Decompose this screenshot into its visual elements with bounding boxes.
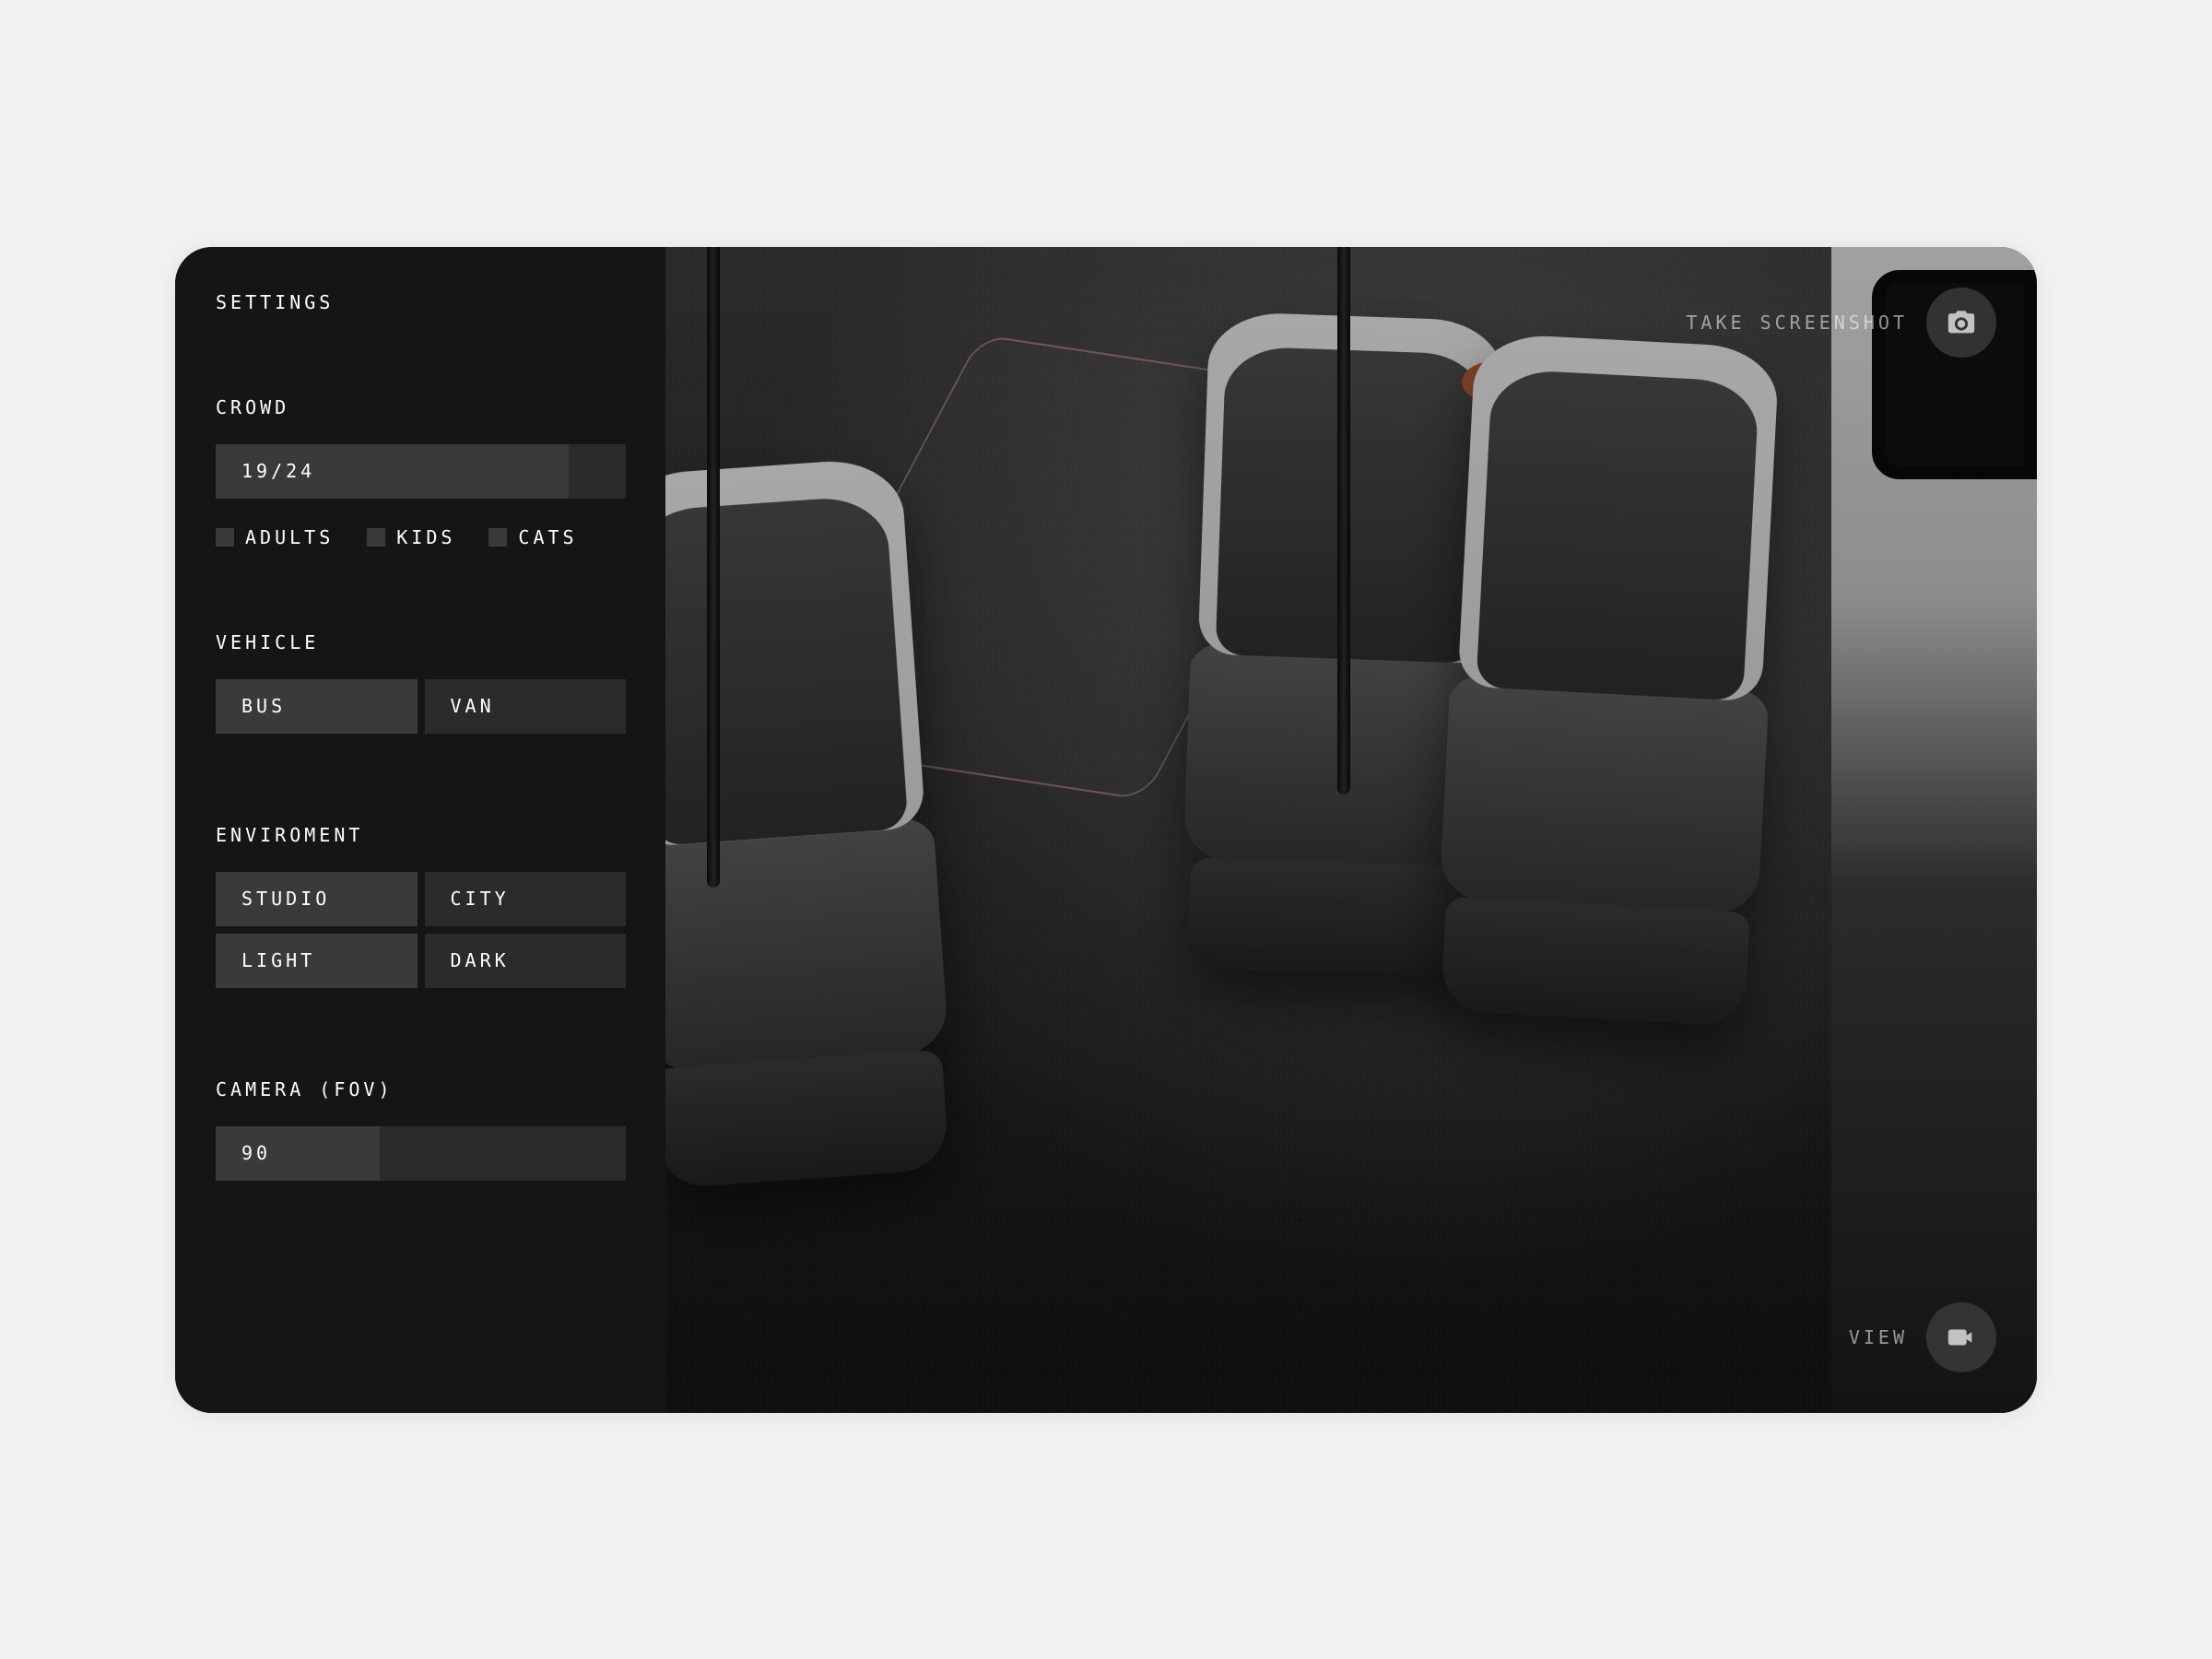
camera-fov-slider[interactable]: 90 [216,1126,626,1181]
video-camera-icon [1926,1302,1996,1372]
crowd-slider[interactable]: 19/24 [216,444,626,499]
app-window: SETTINGS CROWD 19/24 ADULTS KIDS CATS [175,247,2037,1413]
checkbox-cats[interactable]: CATS [488,526,577,548]
view-label: VIEW [1849,1326,1908,1348]
camera-fov-value-text: 90 [216,1142,271,1164]
checkbox-kids-label: KIDS [396,526,455,548]
checkbox-adults-label: ADULTS [245,526,334,548]
take-screenshot-label: TAKE SCREENSHOT [1686,312,1908,334]
scene-dim-overlay [665,247,2037,1413]
crowd-value-text: 19/24 [216,460,315,482]
section-vehicle: VEHICLE BUS VAN [216,631,625,741]
crowd-checkbox-row: ADULTS KIDS CATS [216,526,625,548]
vehicle-option-bus[interactable]: BUS [216,679,418,734]
environment-label: ENVIROMENT [216,824,625,846]
section-camera: CAMERA (FOV) 90 [216,1078,625,1181]
checkbox-box-icon [216,528,234,547]
viewport-scene [665,247,2037,1413]
view-button[interactable]: VIEW [1849,1302,1996,1372]
checkbox-kids[interactable]: KIDS [367,526,455,548]
checkbox-box-icon [488,528,507,547]
vehicle-label: VEHICLE [216,631,625,653]
settings-sidebar: SETTINGS CROWD 19/24 ADULTS KIDS CATS [175,247,665,1413]
checkbox-cats-label: CATS [518,526,577,548]
checkbox-adults[interactable]: ADULTS [216,526,334,548]
env-option-light[interactable]: LIGHT [216,934,418,988]
camera-icon [1926,288,1996,358]
env-option-studio[interactable]: STUDIO [216,872,418,926]
checkbox-box-icon [367,528,385,547]
crowd-label: CROWD [216,396,625,418]
camera-label: CAMERA (FOV) [216,1078,625,1100]
env-option-city[interactable]: CITY [425,872,627,926]
env-option-dark[interactable]: DARK [425,934,627,988]
vehicle-option-van[interactable]: VAN [425,679,627,734]
vehicle-toggle-group: BUS VAN [216,679,626,734]
settings-title: SETTINGS [216,291,625,313]
section-environment: ENVIROMENT STUDIO CITY LIGHT DARK [216,824,625,995]
viewport-3d[interactable]: TAKE SCREENSHOT VIEW [665,247,2037,1413]
environment-toggle-group: STUDIO CITY LIGHT DARK [216,872,626,988]
section-crowd: CROWD 19/24 ADULTS KIDS CATS [216,396,625,548]
take-screenshot-button[interactable]: TAKE SCREENSHOT [1686,288,1996,358]
